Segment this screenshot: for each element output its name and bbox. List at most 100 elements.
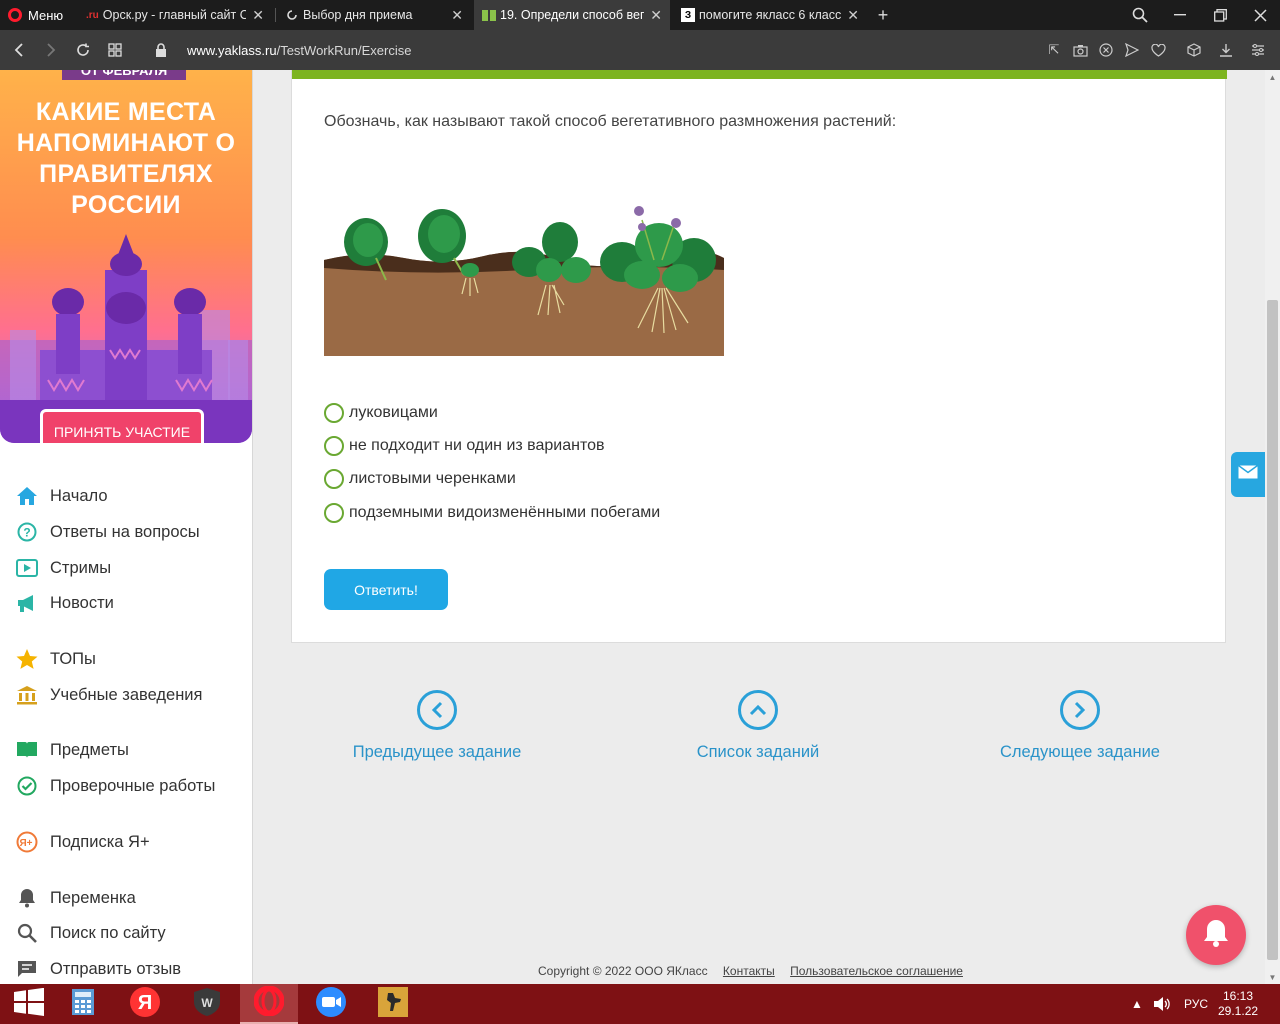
check-circle-icon [16,775,38,797]
tab-favicon: .ru [86,9,99,21]
sidebar-item-label: Новости [50,593,114,612]
sidebar-item-tops[interactable]: ТОПы [16,647,96,671]
sidebar-item-subscription[interactable]: Я+ Подписка Я+ [16,830,150,854]
system-clock[interactable]: 16:13 29.1.22 [1218,989,1258,1019]
back-button[interactable] [6,30,32,70]
promo-banner[interactable]: ОТ ФЕВРАЛЯ КАКИЕ МЕСТА НАПОМИНАЮТ О ПРАВ… [0,70,252,443]
tab-orsk[interactable]: .ru Орск.ру - главный сайт Ор ✕ [78,0,272,30]
participate-button[interactable]: ПРИНЯТЬ УЧАСТИЕ [40,409,204,443]
close-icon[interactable]: ✕ [847,7,859,24]
minimize-button[interactable] [1165,0,1195,30]
search-icon [16,922,38,944]
feedback-mail-button[interactable] [1231,452,1265,497]
answer-option[interactable]: не подходит ни один из вариантов [324,435,605,457]
close-window-button[interactable] [1245,0,1275,30]
opera-app[interactable] [240,984,298,1024]
tab-znanija[interactable]: З помогите якласс 6 класс 6 ✕ [673,0,867,30]
scroll-up-icon[interactable]: ▲ [1265,70,1280,84]
opera-icon [253,985,285,1021]
speed-dial-icon[interactable] [102,30,128,70]
send-icon[interactable] [1124,42,1140,58]
submit-answer-button[interactable]: Ответить! [324,569,448,610]
zoom-app[interactable] [302,984,360,1024]
volume-icon[interactable] [1153,984,1171,1024]
sidebar-item-search[interactable]: Поиск по сайту [16,921,166,945]
task-list-link[interactable]: Список заданий [638,690,878,762]
windows-logo-icon [14,987,44,1021]
prev-task-link[interactable]: Предыдущее задание [317,690,557,762]
question-text: Обозначь, как называют такой способ веге… [324,113,897,130]
next-task-link[interactable]: Следующее задание [960,690,1200,762]
sidebar-item-feedback[interactable]: Отправить отзыв [16,957,181,981]
sidebar-item-news[interactable]: Новости [16,591,114,615]
download-icon[interactable] [1218,42,1234,58]
address-bar-row: www.yaklass.ru/TestWorkRun/Exercise ⇱ [0,30,1280,70]
page-scrollbar[interactable]: ▲ ▼ [1265,70,1280,984]
easy-setup-icon[interactable] [1250,42,1266,58]
sidebar-item-answers[interactable]: ? Ответы на вопросы [16,520,200,544]
adblock-icon[interactable] [1098,42,1114,58]
sidebar-item-home[interactable]: Начало [16,484,108,508]
book-icon [16,739,38,761]
home-icon [16,485,38,507]
star-icon [16,648,38,670]
start-button[interactable] [0,984,58,1024]
svg-text:Я+: Я+ [19,838,32,849]
language-indicator[interactable]: РУС [1184,984,1208,1024]
tab-exercise[interactable]: 19. Определи способ веге ✕ [474,0,670,30]
sidebar-item-tests[interactable]: Проверочные работы [16,774,215,798]
user-agreement-link[interactable]: Пользовательское соглашение [790,964,963,978]
tray-overflow-icon[interactable]: ▲ [1131,984,1143,1024]
feedback-icon [16,958,38,980]
close-icon[interactable]: ✕ [650,7,662,24]
tab-appointment[interactable]: Выбор дня приема ✕ [277,0,471,30]
scroll-down-icon[interactable]: ▼ [1265,970,1280,984]
book-favicon-icon [482,8,496,22]
radio-button[interactable] [324,403,344,423]
clock-time: 16:13 [1223,989,1254,1003]
contacts-link[interactable]: Контакты [723,964,775,978]
heart-icon[interactable] [1150,42,1166,58]
calculator-app[interactable] [54,984,112,1024]
camera-icon[interactable] [1072,42,1088,58]
tab-divider [275,8,276,22]
answer-option[interactable]: луковицами [324,402,438,424]
close-icon[interactable]: ✕ [451,7,463,24]
new-tab-button[interactable]: + [874,0,892,30]
url-field[interactable]: www.yaklass.ru/TestWorkRun/Exercise [187,30,411,70]
forward-button[interactable] [38,30,64,70]
lock-icon[interactable] [148,30,174,70]
radio-button[interactable] [324,503,344,523]
copyright-text: Copyright © 2022 ООО ЯКласс [538,964,708,978]
scroll-thumb[interactable] [1267,300,1278,960]
sidebar-item-label: Стримы [50,558,112,577]
zoom-icon [316,986,346,1022]
tab-title: Выбор дня приема [303,8,413,22]
restore-button[interactable] [1205,0,1235,30]
chevron-right-icon [1060,690,1100,730]
sidebar-item-break[interactable]: Переменка [16,886,136,910]
close-icon[interactable]: ✕ [252,7,264,24]
answer-option[interactable]: подземными видоизменёнными побегами [324,502,660,524]
sidebar-item-institutions[interactable]: Учебные заведения [16,683,202,707]
radio-button[interactable] [324,469,344,489]
share-icon[interactable]: ⇱ [1046,42,1062,58]
left-sidebar: ОТ ФЕВРАЛЯ КАКИЕ МЕСТА НАПОМИНАЮТ О ПРАВ… [0,70,253,984]
sidebar-item-streams[interactable]: Стримы [16,556,111,580]
answer-option[interactable]: листовыми черенками [324,468,516,490]
browser-menu-button[interactable]: Меню [8,0,63,30]
play-icon [16,557,38,579]
world-of-tanks-app[interactable]: W [178,984,236,1024]
radio-button[interactable] [324,436,344,456]
cube-icon[interactable] [1186,42,1202,58]
plant-propagation-image [324,200,724,356]
counter-strike-app[interactable] [364,984,422,1024]
search-tabs-icon[interactable] [1125,0,1155,30]
exercise-card: Обозначь, как называют такой способ веге… [291,70,1227,643]
svg-text:?: ? [23,526,30,540]
yandex-browser-app[interactable]: Я [116,984,174,1024]
notifications-button[interactable] [1186,905,1246,965]
card-top-stripe [292,70,1227,79]
reload-button[interactable] [70,30,96,70]
sidebar-item-subjects[interactable]: Предметы [16,738,129,762]
